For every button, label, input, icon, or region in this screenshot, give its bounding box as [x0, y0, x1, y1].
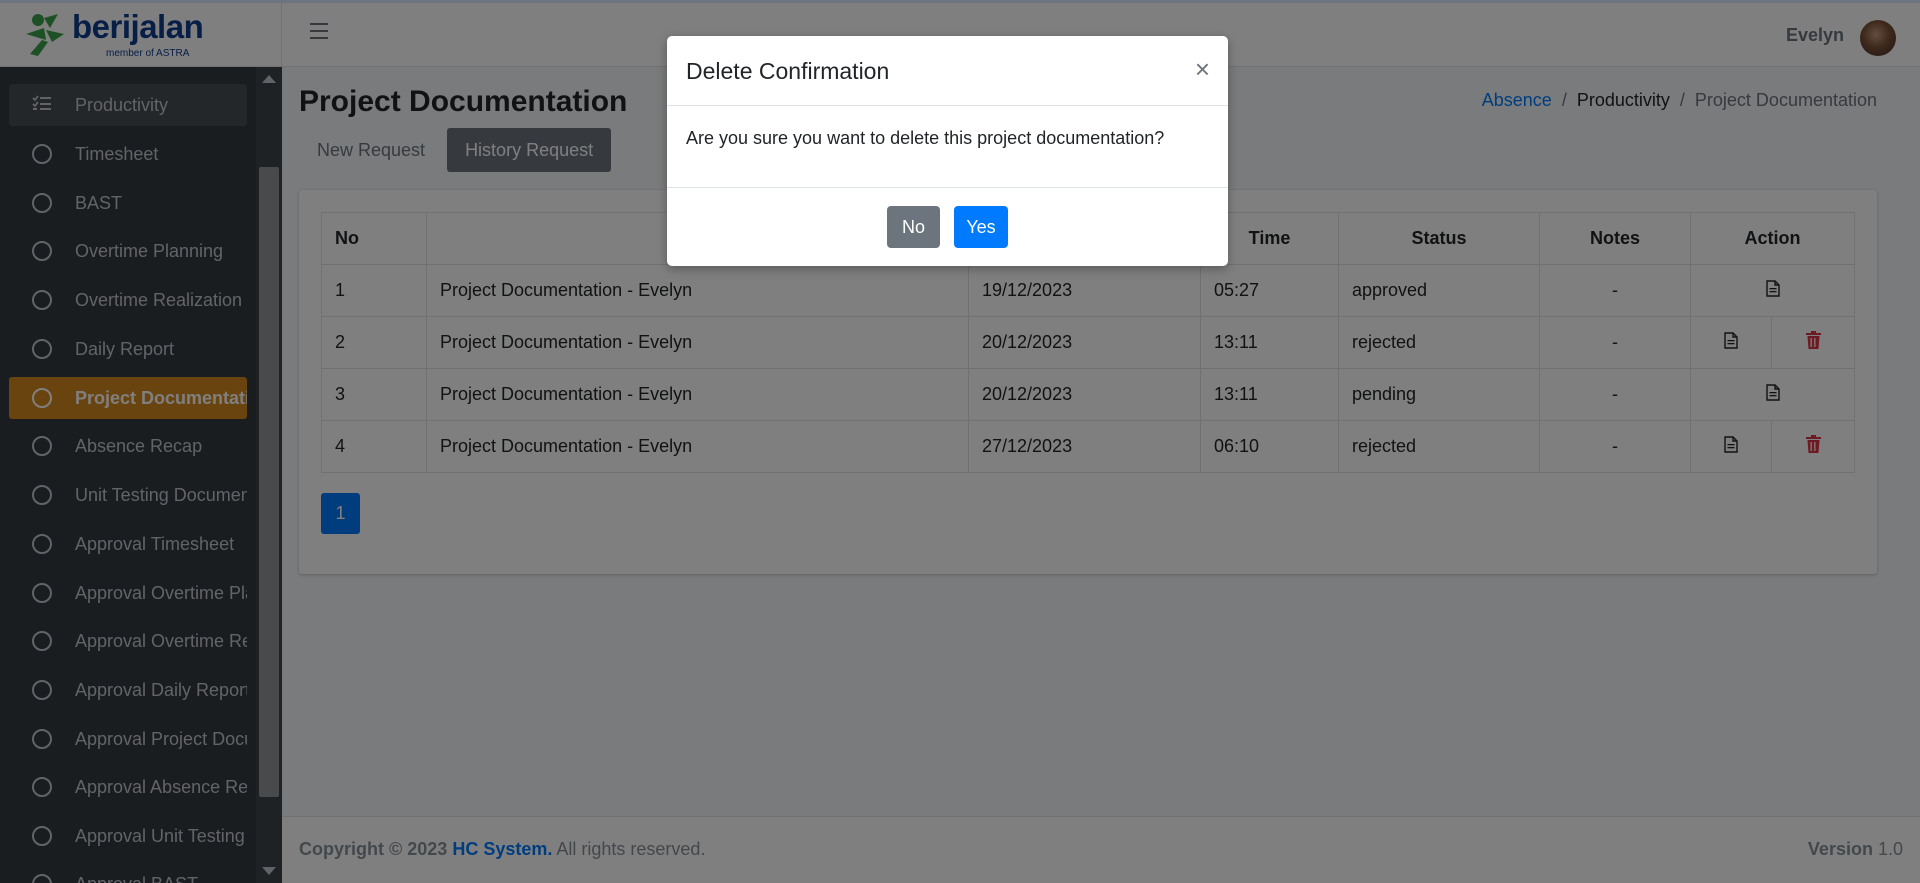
- modal-message: Are you sure you want to delete this pro…: [686, 128, 1165, 148]
- modal-title: Delete Confirmation: [686, 58, 890, 84]
- close-icon[interactable]: ×: [1195, 56, 1210, 82]
- top-border: [0, 0, 1920, 3]
- no-button[interactable]: No: [887, 206, 940, 248]
- modal-body: Are you sure you want to delete this pro…: [667, 106, 1228, 188]
- modal-header: Delete Confirmation ×: [667, 36, 1228, 106]
- delete-confirmation-modal: Delete Confirmation × Are you sure you w…: [667, 36, 1228, 266]
- yes-button[interactable]: Yes: [954, 206, 1008, 248]
- modal-footer: No Yes: [667, 188, 1228, 264]
